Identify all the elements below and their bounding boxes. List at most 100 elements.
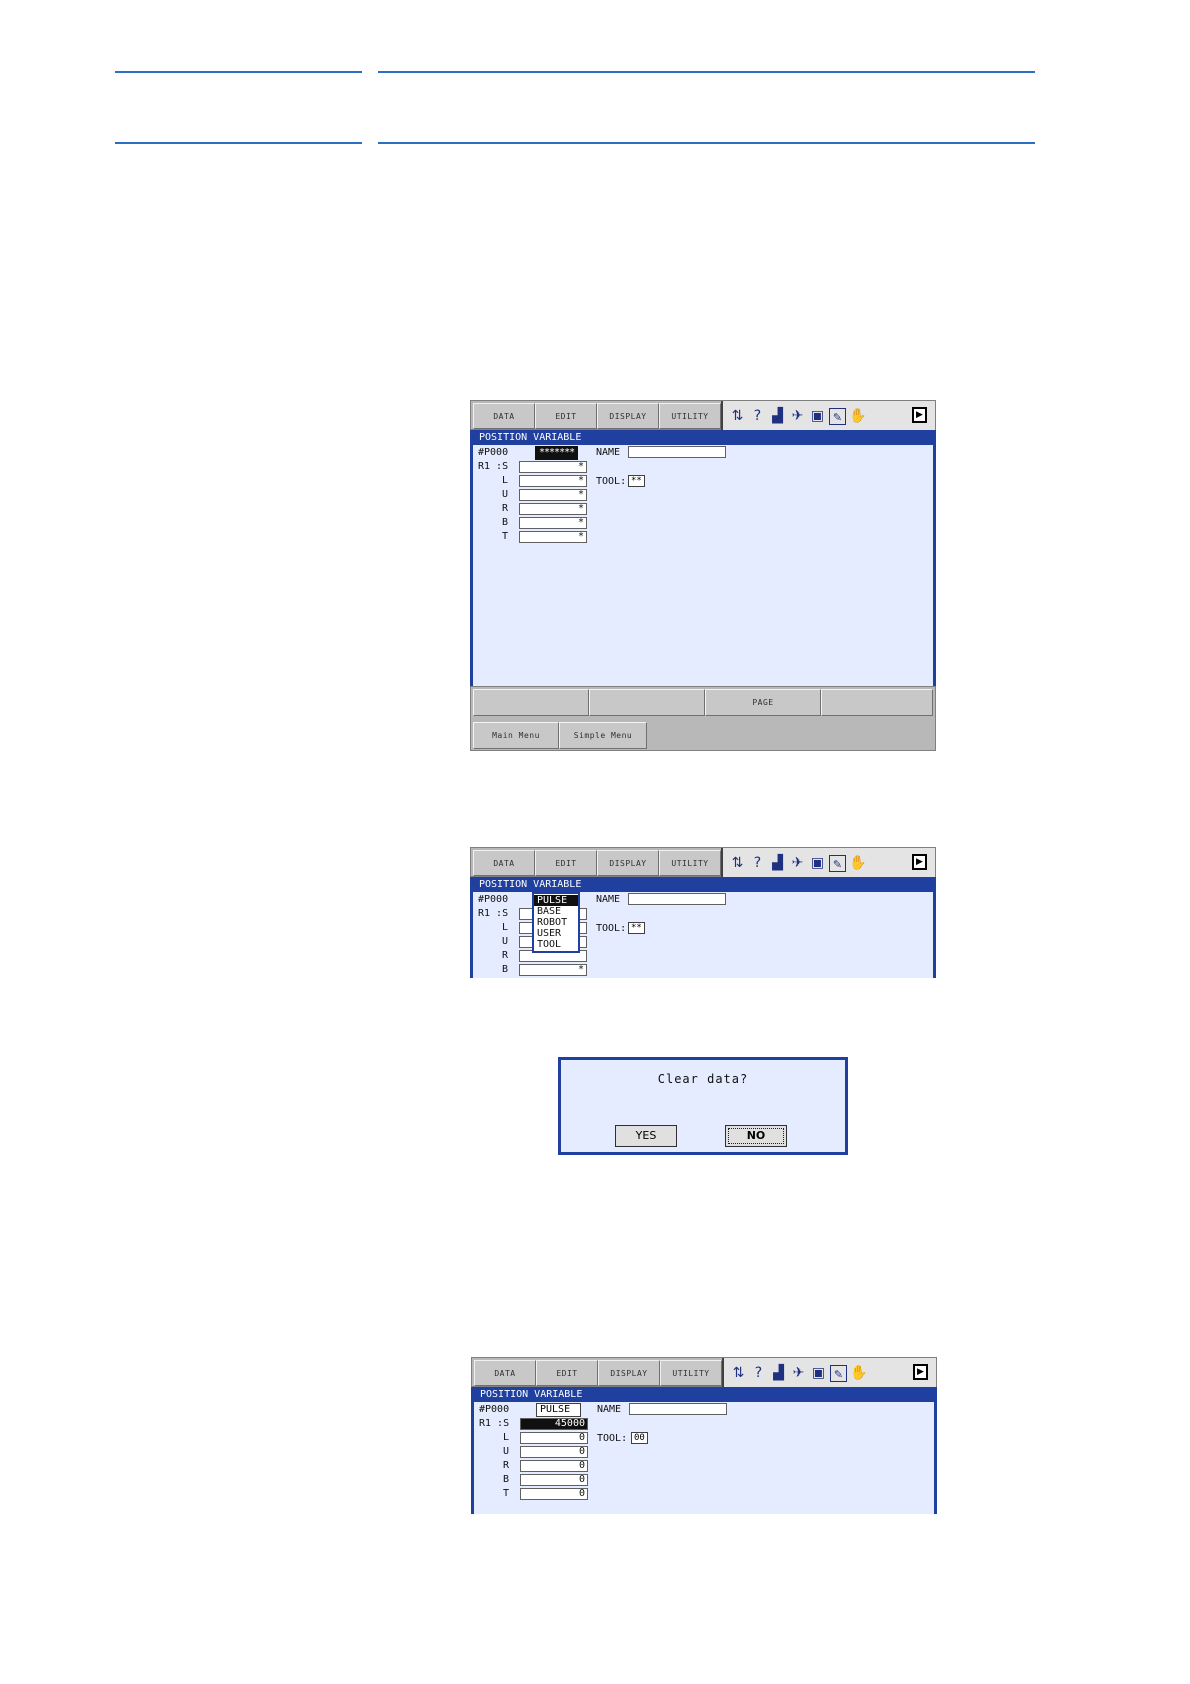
name-label: NAME [596,447,621,458]
dropdown-option-base[interactable]: BASE [534,906,578,917]
menu-utility-button[interactable]: UTILITY [659,403,721,429]
dropdown-option-robot[interactable]: ROBOT [534,917,578,928]
coordinate-type-dropdown[interactable]: PULSE BASE ROBOT USER TOOL [532,892,580,953]
help-icon: ? [754,1364,763,1381]
menu-utility-button[interactable]: UTILITY [659,850,721,876]
axis-u-field[interactable]: 0 [520,1446,588,1458]
axis-l-field[interactable]: 0 [520,1432,588,1444]
menu-data-button[interactable]: DATA [473,403,535,429]
name-label: NAME [596,894,621,905]
signal-icon: ▟ [772,854,783,871]
coordinate-type-field[interactable]: ******* [535,446,578,460]
dropdown-option-pulse[interactable]: PULSE [534,895,578,906]
axis-u-field[interactable]: * [519,489,587,501]
axis-s-field[interactable]: 45000 [520,1418,588,1430]
axis-r-field[interactable]: * [519,503,587,515]
tool-field[interactable]: ** [628,922,645,934]
axis-r-label: R [502,950,509,961]
menu-data-button[interactable]: DATA [473,850,535,876]
position-variable-window: POSITION VARIABLE #P000 R1 :S L U R B * … [470,877,936,978]
axis-t-field[interactable]: 0 [520,1488,588,1500]
clear-data-dialog: Clear data? YES NO [558,1057,848,1155]
hand-icon: ✋ [850,1364,868,1381]
axis-l-field[interactable]: * [519,475,587,487]
coord-icon: ⇅ [731,854,744,871]
axis-b-label: B [503,1474,510,1485]
no-button[interactable]: NO [725,1125,787,1147]
f1-button[interactable] [473,689,589,716]
menu-edit-button[interactable]: EDIT [535,850,597,876]
header-rule-left-top [115,71,362,73]
axis-t-label: T [503,1488,510,1499]
job-icon: ▣ [811,1364,826,1381]
window-title: POSITION VARIABLE [473,430,933,445]
speed-icon: ✈ [791,854,804,871]
status-icon-bar: ⇅ ? ▟ ✈ ▣ ✎ ✋ [721,401,935,431]
tool-field[interactable]: ** [628,475,645,487]
yes-button[interactable]: YES [615,1125,677,1147]
function-key-bar: PAGE Main Menu Simple Menu [470,686,936,751]
menu-display-button[interactable]: DISPLAY [597,403,659,429]
hand-icon: ✋ [849,407,867,424]
pendant-screen-3: DATA EDIT DISPLAY UTILITY ⇅ ? ▟ ✈ ▣ ✎ ✋ … [471,1357,937,1514]
variable-number: #P000 [478,894,509,905]
speed-icon: ✈ [791,407,804,424]
coordinate-type-field[interactable]: PULSE [536,1403,581,1417]
dropdown-option-user[interactable]: USER [534,928,578,939]
job-icon: ▣ [810,407,825,424]
help-icon: ? [753,407,762,424]
axis-l-label: L [502,475,509,486]
tool-label: TOOL: [596,923,627,934]
variable-number: #P000 [478,447,509,458]
page-button[interactable]: PAGE [705,689,821,716]
axis-b-field[interactable]: * [519,964,587,976]
pendant-screen-1: DATA EDIT DISPLAY UTILITY ⇅ ? ▟ ✈ ▣ ✎ ✋ … [470,400,936,751]
r1-s-label: R1 :S [479,1418,510,1429]
help-icon: ? [753,854,762,871]
axis-t-label: T [502,531,509,542]
menu-display-button[interactable]: DISPLAY [597,850,659,876]
axis-b-label: B [502,964,509,975]
menu-bar: DATA EDIT DISPLAY UTILITY ⇅ ? ▟ ✈ ▣ ✎ ✋ … [470,400,936,431]
axis-u-label: U [502,936,509,947]
play-icon[interactable]: ▶ [912,407,927,423]
axis-l-label: L [502,922,509,933]
header-rule-right-top [378,71,1035,73]
f2-button[interactable] [589,689,705,716]
axis-r-field[interactable]: 0 [520,1460,588,1472]
play-icon[interactable]: ▶ [912,854,927,870]
menu-utility-button[interactable]: UTILITY [660,1360,722,1386]
dropdown-option-tool[interactable]: TOOL [534,939,578,950]
name-field[interactable] [628,893,726,905]
name-field[interactable] [629,1403,727,1415]
signal-icon: ▟ [773,1364,784,1381]
menu-edit-button[interactable]: EDIT [535,403,597,429]
axis-s-field[interactable]: * [519,461,587,473]
job-icon: ▣ [810,854,825,871]
menu-data-button[interactable]: DATA [474,1360,536,1386]
axis-u-label: U [503,1446,510,1457]
tool-field[interactable]: 00 [631,1432,648,1444]
window-title: POSITION VARIABLE [473,877,933,892]
menu-edit-button[interactable]: EDIT [536,1360,598,1386]
header-rule-left-bottom [115,142,362,144]
status-icon-bar: ⇅ ? ▟ ✈ ▣ ✎ ✋ [722,1358,936,1388]
axis-b-field[interactable]: 0 [520,1474,588,1486]
play-icon[interactable]: ▶ [913,1364,928,1380]
axis-u-label: U [502,489,509,500]
axis-b-field[interactable]: * [519,517,587,529]
axis-t-field[interactable]: * [519,531,587,543]
tool-label: TOOL: [596,476,627,487]
hand-icon: ✋ [849,854,867,871]
signal-icon: ▟ [772,407,783,424]
menu-display-button[interactable]: DISPLAY [598,1360,660,1386]
main-menu-button[interactable]: Main Menu [473,722,559,749]
pendant-screen-2: DATA EDIT DISPLAY UTILITY ⇅ ? ▟ ✈ ▣ ✎ ✋ … [470,847,936,978]
name-field[interactable] [628,446,726,458]
dialog-message: Clear data? [657,1072,749,1086]
header-rule-right-bottom [378,142,1035,144]
coord-icon: ⇅ [731,407,744,424]
f4-button[interactable] [821,689,933,716]
simple-menu-button[interactable]: Simple Menu [559,722,647,749]
tool-label: TOOL: [597,1433,628,1444]
